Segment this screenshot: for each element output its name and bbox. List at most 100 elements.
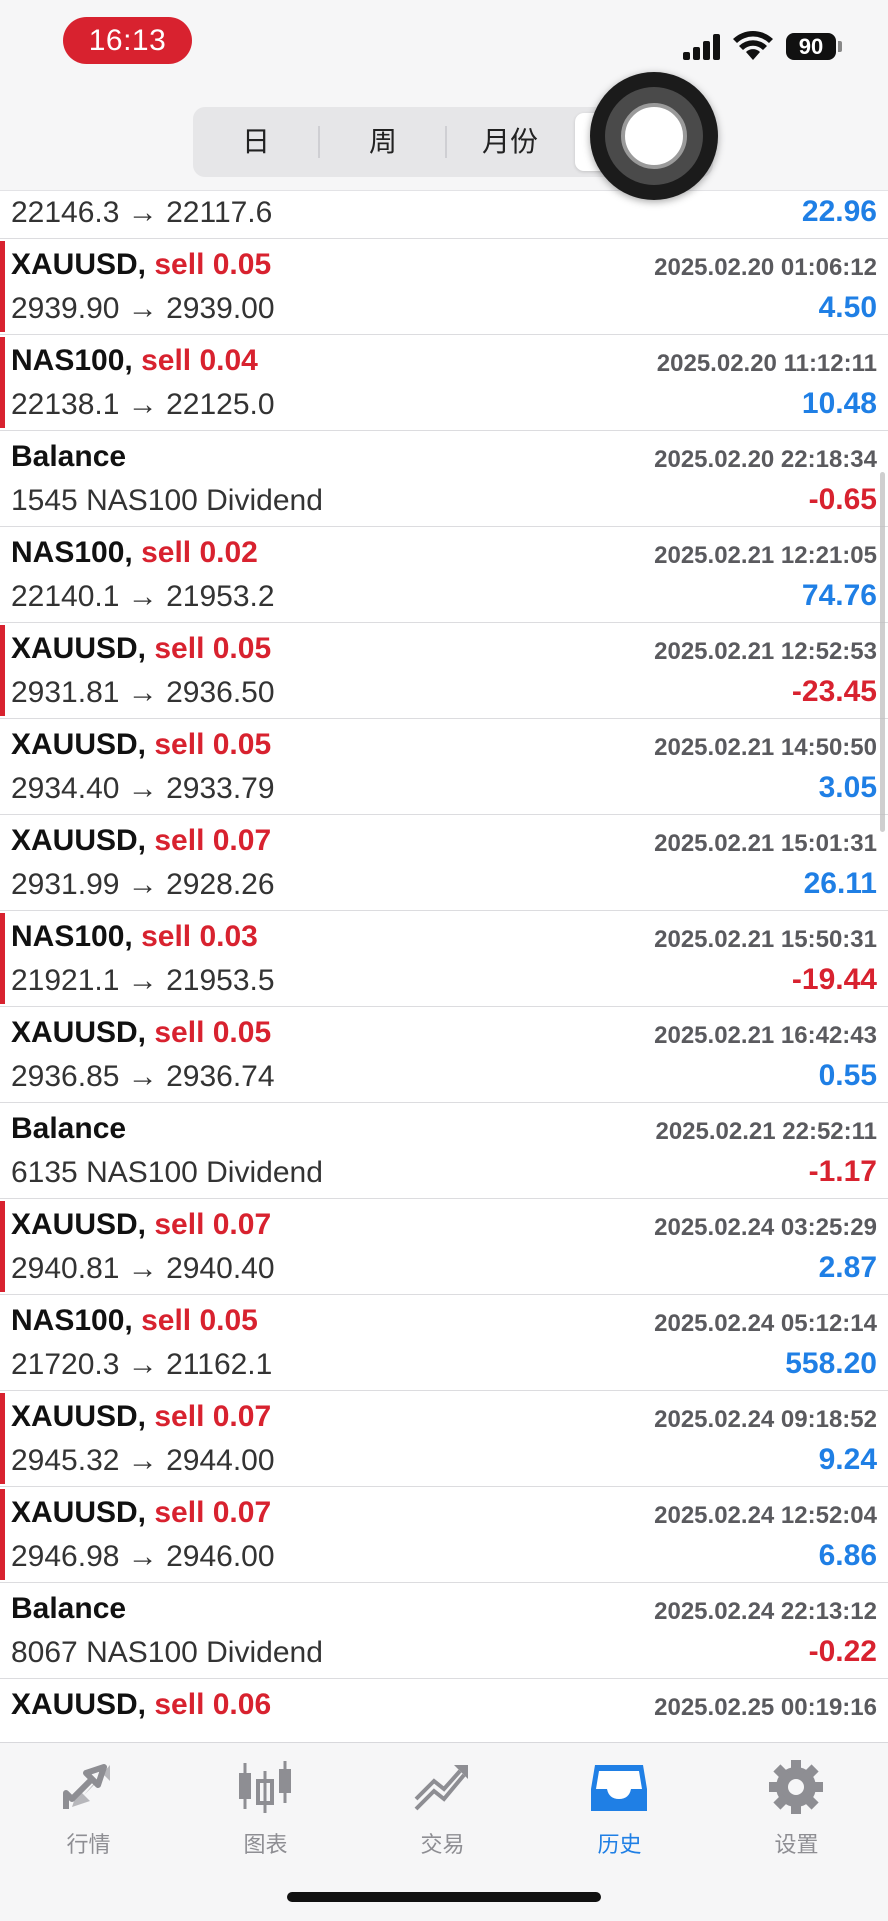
row-datetime: 2025.02.20 22:18:34 bbox=[654, 446, 877, 473]
open-position-marker bbox=[0, 241, 5, 332]
history-row[interactable]: XAUUSD, sell 0.07 2025.02.24 03:25:29 2940… bbox=[0, 1199, 888, 1295]
row-datetime: 2025.02.24 09:18:52 bbox=[654, 1406, 877, 1433]
row-side: sell 0.07 bbox=[154, 1496, 272, 1529]
history-row[interactable]: NAS100, sell 0.02 2025.02.21 12:21:05 2214… bbox=[0, 527, 888, 623]
history-row[interactable]: XAUUSD, sell 0.05 2025.02.21 14:50:50 2934… bbox=[0, 719, 888, 815]
row-side: sell 0.05 bbox=[154, 248, 272, 281]
history-row[interactable]: XAUUSD, sell 0.07 2025.02.24 12:52:04 2946… bbox=[0, 1487, 888, 1583]
row-detail: 2945.32 → 2944.00 bbox=[11, 1444, 275, 1477]
row-title: Balance bbox=[11, 1592, 126, 1626]
row-title: XAUUSD, sell 0.06 bbox=[11, 1688, 271, 1722]
tab-label: 行情 bbox=[66, 1832, 111, 1857]
tab-label: 图表 bbox=[243, 1832, 288, 1857]
row-symbol: NAS100, bbox=[11, 1304, 133, 1337]
open-position-marker bbox=[0, 625, 5, 716]
tab-label: 设置 bbox=[774, 1832, 819, 1857]
tab-label: 历史 bbox=[597, 1832, 642, 1857]
row-datetime: 2025.02.21 15:50:31 bbox=[654, 926, 877, 953]
row-symbol: XAUUSD, bbox=[11, 1496, 147, 1529]
history-row[interactable]: XAUUSD, sell 0.05 2025.02.20 01:06:12 2939… bbox=[0, 239, 888, 335]
row-profit: 2.87 bbox=[818, 1251, 877, 1284]
segment-day[interactable]: 日 bbox=[193, 107, 319, 177]
row-datetime: 2025.02.21 12:21:05 bbox=[654, 542, 877, 569]
row-datetime: 2025.02.20 11:12:11 bbox=[656, 350, 877, 377]
tab-history[interactable]: 历史 bbox=[531, 1743, 708, 1863]
row-title: NAS100, sell 0.04 bbox=[11, 344, 258, 378]
row-profit: 10.48 bbox=[801, 387, 877, 420]
row-profit: 9.24 bbox=[818, 1443, 877, 1476]
tab-label: 交易 bbox=[420, 1832, 465, 1857]
row-detail: 2934.40 → 2933.79 bbox=[11, 772, 275, 805]
history-row-partial[interactable]: 22146.3 → 22117.6 22.96 bbox=[0, 190, 888, 239]
row-datetime: 2025.02.24 03:25:29 bbox=[654, 1214, 877, 1241]
row-title: NAS100, sell 0.05 bbox=[11, 1304, 258, 1338]
row-symbol: XAUUSD, bbox=[11, 1016, 147, 1049]
history-row[interactable]: Balance 2025.02.24 22:13:12 8067 NAS100 D… bbox=[0, 1583, 888, 1679]
row-detail: 2931.81 → 2936.50 bbox=[11, 676, 275, 709]
row-profit: 74.76 bbox=[801, 579, 877, 612]
row-datetime: 2025.02.21 22:52:11 bbox=[655, 1118, 877, 1145]
segment-month[interactable]: 月份 bbox=[447, 107, 573, 177]
row-title: XAUUSD, sell 0.05 bbox=[11, 728, 271, 762]
row-datetime: 2025.02.20 01:06:12 bbox=[654, 254, 877, 281]
history-row[interactable]: XAUUSD, sell 0.07 2025.02.24 09:18:52 2945… bbox=[0, 1391, 888, 1487]
history-list[interactable]: 22146.3 → 22117.6 22.96 XAUUSD, sell 0.0… bbox=[0, 190, 888, 1742]
row-datetime: 2025.02.21 14:50:50 bbox=[654, 734, 877, 761]
row-datetime: 2025.02.25 00:19:16 bbox=[654, 1694, 877, 1721]
tab-chart[interactable]: 图表 bbox=[177, 1743, 354, 1863]
row-detail: 2931.99 → 2928.26 bbox=[11, 868, 275, 901]
row-profit: -0.22 bbox=[808, 1635, 877, 1668]
row-title: XAUUSD, sell 0.05 bbox=[11, 1016, 271, 1050]
row-datetime: 2025.02.21 16:42:43 bbox=[654, 1022, 877, 1049]
history-row[interactable]: XAUUSD, sell 0.05 2025.02.21 16:42:43 2936… bbox=[0, 1007, 888, 1103]
battery-icon: 90 bbox=[786, 33, 836, 60]
row-detail: 21720.3 → 21162.1 bbox=[11, 1348, 273, 1381]
battery-tip bbox=[838, 41, 842, 52]
trade-trend-icon bbox=[414, 1765, 468, 1811]
row-profit: 26.11 bbox=[803, 867, 877, 900]
assistive-touch-button[interactable] bbox=[590, 72, 718, 200]
open-position-marker bbox=[0, 1201, 5, 1292]
row-title: XAUUSD, sell 0.07 bbox=[11, 824, 271, 858]
row-detail: 2940.81 → 2940.40 bbox=[11, 1252, 275, 1285]
history-row[interactable]: Balance 2025.02.20 22:18:34 1545 NAS100 D… bbox=[0, 431, 888, 527]
row-title: NAS100, sell 0.03 bbox=[11, 920, 258, 954]
row-title: XAUUSD, sell 0.07 bbox=[11, 1400, 271, 1434]
row-profit: -19.44 bbox=[791, 963, 877, 996]
row-symbol: Balance bbox=[11, 440, 127, 473]
row-prices: 22146.3 → 22117.6 bbox=[11, 196, 273, 229]
status-bar: 16:13 90 bbox=[0, 0, 888, 90]
header: 日 周 月份 bbox=[0, 90, 888, 191]
history-row[interactable]: XAUUSD, sell 0.07 2025.02.21 15:01:31 2931… bbox=[0, 815, 888, 911]
row-symbol: XAUUSD, bbox=[11, 1400, 147, 1433]
row-datetime: 2025.02.24 12:52:04 bbox=[654, 1502, 877, 1529]
row-symbol: XAUUSD, bbox=[11, 248, 147, 281]
history-row[interactable]: Balance 2025.02.21 22:52:11 6135 NAS100 D… bbox=[0, 1103, 888, 1199]
row-profit: 22.96 bbox=[801, 195, 877, 228]
open-position-marker bbox=[0, 1393, 5, 1484]
row-side: sell 0.07 bbox=[154, 824, 272, 857]
open-position-marker bbox=[0, 1489, 5, 1580]
row-title: XAUUSD, sell 0.07 bbox=[11, 1496, 271, 1530]
row-detail: 8067 NAS100 Dividend bbox=[11, 1636, 323, 1669]
tab-settings[interactable]: 设置 bbox=[708, 1743, 885, 1863]
history-row[interactable]: NAS100, sell 0.05 2025.02.24 05:12:14 2172… bbox=[0, 1295, 888, 1391]
status-time[interactable]: 16:13 bbox=[63, 17, 192, 64]
history-row[interactable]: NAS100, sell 0.04 2025.02.20 11:12:11 2213… bbox=[0, 335, 888, 431]
open-position-marker bbox=[0, 913, 5, 1004]
row-title: XAUUSD, sell 0.07 bbox=[11, 1208, 271, 1242]
row-datetime: 2025.02.24 05:12:14 bbox=[654, 1310, 877, 1337]
segment-week[interactable]: 周 bbox=[320, 107, 446, 177]
row-profit: 6.86 bbox=[818, 1539, 877, 1572]
row-symbol: NAS100, bbox=[11, 920, 133, 953]
tab-trade[interactable]: 交易 bbox=[354, 1743, 531, 1863]
history-row[interactable]: XAUUSD, sell 0.05 2025.02.21 12:52:53 2931… bbox=[0, 623, 888, 719]
row-detail: 1545 NAS100 Dividend bbox=[11, 484, 323, 517]
scroll-indicator[interactable] bbox=[880, 472, 885, 832]
tab-quotes[interactable]: 行情 bbox=[0, 1743, 177, 1863]
row-side: sell 0.03 bbox=[141, 920, 258, 953]
home-indicator[interactable] bbox=[287, 1892, 601, 1902]
history-row[interactable]: XAUUSD, sell 0.06 2025.02.25 00:19:16 bbox=[0, 1679, 888, 1742]
row-detail: 6135 NAS100 Dividend bbox=[11, 1156, 323, 1189]
history-row[interactable]: NAS100, sell 0.03 2025.02.21 15:50:31 2192… bbox=[0, 911, 888, 1007]
